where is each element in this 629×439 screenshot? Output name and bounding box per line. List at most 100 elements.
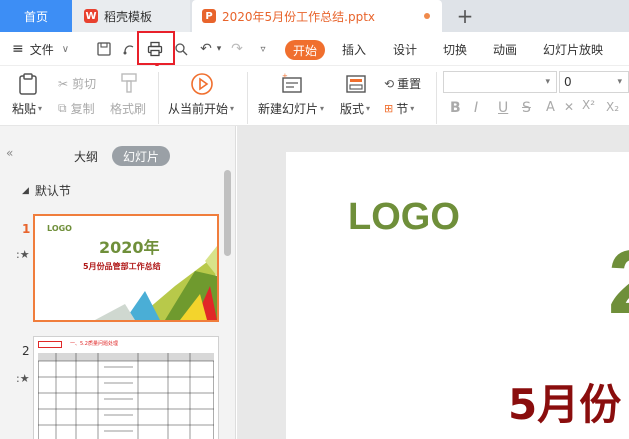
print-highlight-box	[137, 31, 175, 65]
caret-down-icon: ◢	[22, 185, 29, 196]
table-preview-icon	[38, 353, 214, 439]
chevron-down-icon: ▾	[366, 104, 371, 113]
clipboard-icon[interactable]	[16, 72, 40, 96]
copy-label: 复制	[70, 102, 95, 116]
tab-document-label: 2020年5月份工作总结.pptx	[222, 9, 376, 24]
svg-text:+: +	[282, 72, 288, 80]
tab-home[interactable]: 首页	[0, 0, 72, 32]
star-icon: :★	[16, 248, 30, 261]
format-painter-label: 格式刷	[110, 102, 147, 116]
quick-access-dropdown-icon[interactable]: ▿	[254, 40, 272, 58]
scissors-icon: ✂	[58, 76, 69, 91]
italic-icon[interactable]: I	[474, 100, 478, 116]
format-painter-button[interactable]: 格式刷	[110, 100, 146, 117]
font-size-value: 0	[564, 75, 572, 89]
tab-outline-label: 大纲	[73, 149, 98, 164]
menu-design[interactable]: 设计	[393, 32, 417, 66]
font-size-select[interactable]: 0 ▾	[559, 71, 629, 93]
menu-bar: ≡ 文件 ∨ ↶ ▾ ↷ ▿ 开始 插入 设计 切换 动画 幻灯片放映	[0, 32, 629, 66]
section-header[interactable]: ◢ 默认节	[22, 182, 71, 199]
menu-file-label: 文件	[29, 42, 54, 57]
layout-button[interactable]: 版式 ▾	[340, 100, 370, 117]
cut-button[interactable]: ✂ 剪切	[58, 75, 96, 92]
star-icon: :★	[16, 372, 30, 385]
menu-start-label: 开始	[292, 43, 317, 58]
chevron-down-icon: ∨	[61, 43, 70, 55]
geometric-decoration-icon	[95, 246, 217, 320]
tab-bar: 首页 W 稻壳模板 P 2020年5月份工作总结.pptx +	[0, 0, 629, 32]
subscript-icon[interactable]: X₂	[606, 100, 619, 114]
chevron-down-icon: ▾	[545, 77, 550, 87]
copy-button[interactable]: ⧉ 复制	[58, 100, 95, 117]
new-slide-button[interactable]: 新建幻灯片 ▾	[258, 100, 324, 117]
tab-slides-label: 幻灯片	[122, 149, 159, 164]
export-icon[interactable]	[120, 40, 138, 58]
tab-outline[interactable]: 大纲	[68, 146, 104, 166]
tab-template[interactable]: W 稻壳模板	[72, 0, 190, 32]
section-button[interactable]: ⊞ 节 ▾	[384, 100, 414, 117]
underline-icon[interactable]: U	[498, 100, 508, 116]
section-label: 节	[396, 102, 409, 116]
layout-label: 版式	[340, 102, 365, 116]
new-slide-icon[interactable]: +	[280, 72, 304, 96]
new-slide-label: 新建幻灯片	[258, 102, 319, 116]
from-current-label: 从当前开始	[168, 102, 229, 116]
divider	[436, 72, 437, 124]
tab-template-label: 稻壳模板	[104, 9, 153, 24]
reset-label: 重置	[397, 77, 422, 91]
menu-transition[interactable]: 切换	[443, 32, 467, 66]
strikethrough-icon[interactable]: S	[522, 100, 531, 116]
docer-icon: W	[84, 9, 98, 23]
from-current-button[interactable]: 从当前开始 ▾	[168, 100, 234, 117]
slide-thumbnail-1[interactable]: LOGO 2020年 5月份品管部工作总结	[33, 214, 219, 322]
slide-canvas[interactable]: LOGO 2 5月份	[286, 152, 629, 439]
superscript-icon[interactable]: X²	[582, 98, 595, 112]
menu-design-label: 设计	[393, 42, 418, 57]
font-name-select[interactable]: ▾	[443, 71, 557, 93]
play-icon[interactable]	[190, 72, 214, 96]
save-icon[interactable]	[95, 40, 113, 58]
menu-start[interactable]: 开始	[285, 40, 325, 60]
section-header-label: 默认节	[34, 184, 71, 198]
menu-animation-label: 动画	[493, 42, 518, 57]
slide-logo: LOGO	[348, 196, 460, 238]
menu-insert[interactable]: 插入	[342, 32, 366, 66]
thumb-logo-box	[38, 341, 62, 348]
slide-thumbnail-2[interactable]: 一、5.2质量问题处理	[33, 336, 219, 439]
slide-year-partial: 2	[608, 238, 629, 328]
scrollbar-thumb[interactable]	[224, 170, 231, 256]
redo-icon[interactable]: ↷	[228, 40, 246, 58]
copy-icon: ⧉	[58, 101, 67, 115]
bold-icon[interactable]: B	[450, 100, 461, 116]
layout-icon[interactable]	[344, 72, 368, 96]
reset-button[interactable]: ⟲ 重置	[384, 75, 421, 92]
menu-file[interactable]: ≡ 文件 ∨	[12, 32, 69, 66]
divider	[247, 72, 248, 124]
menu-animation[interactable]: 动画	[493, 32, 517, 66]
chevron-down-icon: ▾	[230, 104, 235, 113]
tab-slides[interactable]: 幻灯片	[112, 146, 170, 166]
ppt-file-icon: P	[202, 9, 216, 23]
format-painter-icon[interactable]	[118, 72, 140, 94]
menu-transition-label: 切换	[443, 42, 468, 57]
tab-document[interactable]: P 2020年5月份工作总结.pptx	[192, 0, 442, 32]
collapse-panel-icon[interactable]: «	[6, 146, 13, 160]
slide-number: 2	[22, 344, 30, 358]
clear-format-icon[interactable]: ✕	[564, 100, 574, 114]
menu-slideshow-label: 幻灯片放映	[543, 42, 604, 57]
hamburger-icon: ≡	[12, 41, 24, 57]
reset-icon: ⟲	[384, 76, 395, 91]
undo-dropdown-icon[interactable]: ▾	[210, 40, 228, 58]
divider	[158, 72, 159, 124]
add-tab-button[interactable]: +	[452, 0, 478, 32]
thumb-header: 一、5.2质量问题处理	[70, 341, 118, 347]
chevron-down-icon: ▾	[320, 104, 325, 113]
chevron-down-icon: ▾	[617, 77, 622, 87]
shadow-icon[interactable]: A	[546, 100, 555, 115]
plus-icon: +	[456, 4, 474, 28]
unsaved-dot-icon	[424, 13, 430, 19]
paste-button[interactable]: 粘贴 ▾	[12, 100, 42, 117]
cut-label: 剪切	[72, 77, 97, 91]
chevron-down-icon: ▾	[38, 104, 43, 113]
menu-slideshow[interactable]: 幻灯片放映	[543, 32, 603, 66]
